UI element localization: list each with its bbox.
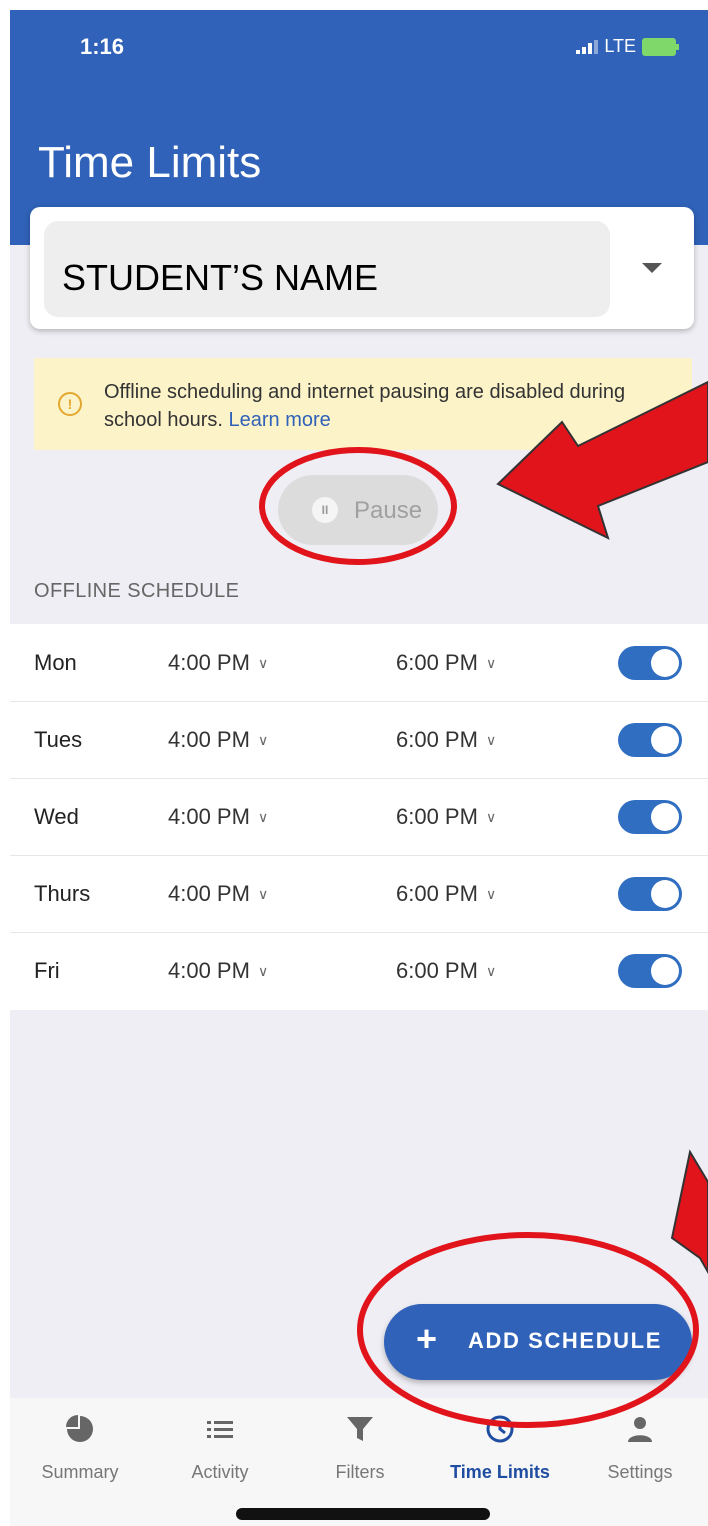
pause-arrow — [496, 380, 708, 540]
add-schedule-highlight-ellipse — [357, 1232, 699, 1428]
annotation-overlay — [259, 380, 708, 1428]
add-schedule-arrow — [670, 1149, 708, 1275]
pause-highlight-ellipse — [259, 447, 457, 565]
